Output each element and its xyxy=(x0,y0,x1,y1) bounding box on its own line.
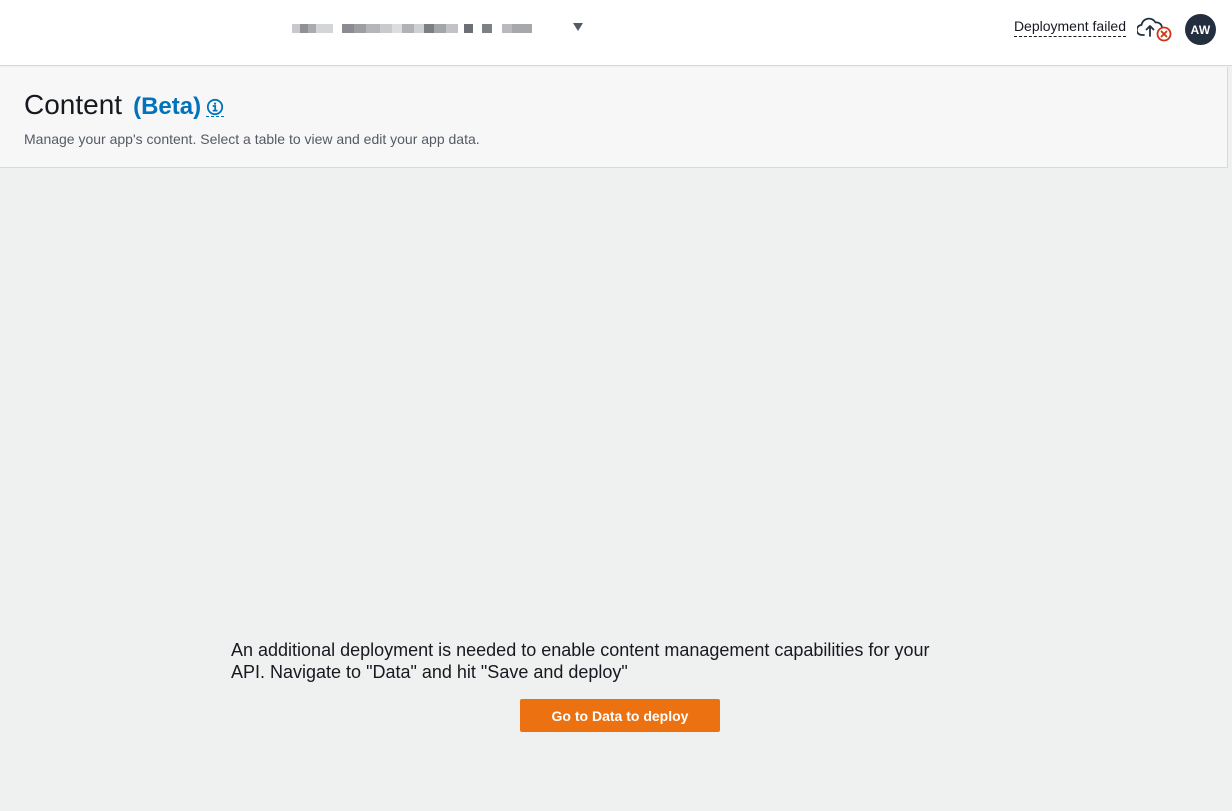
cloud-upload-failed-icon[interactable] xyxy=(1135,15,1175,43)
beta-label: (Beta) xyxy=(133,93,202,120)
user-avatar[interactable]: AW xyxy=(1185,14,1216,45)
page-header: Content (Beta) Manage your app's content… xyxy=(0,67,1228,168)
caret-down-icon xyxy=(573,23,583,31)
notice-line-2: API. Navigate to "Data" and hit "Save an… xyxy=(231,662,628,682)
page-subtitle: Manage your app's content. Select a tabl… xyxy=(24,131,480,147)
page-title: Content xyxy=(24,89,123,120)
deployment-status-link[interactable]: Deployment failed xyxy=(1013,18,1126,37)
deployment-notice: An additional deployment is needed to en… xyxy=(231,639,1011,683)
top-navigation-bar: Deployment failed AW xyxy=(0,0,1232,66)
title-row: Content (Beta) xyxy=(24,89,225,121)
notice-line-1: An additional deployment is needed to en… xyxy=(231,640,930,660)
info-icon[interactable] xyxy=(206,98,225,117)
redacted-app-name xyxy=(292,24,532,33)
go-to-data-button[interactable]: Go to Data to deploy xyxy=(520,699,720,732)
